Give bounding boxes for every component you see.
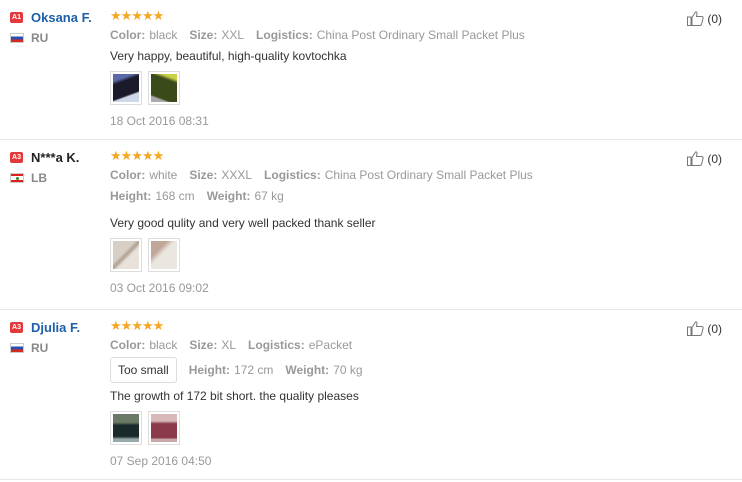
logistics-value: China Post Ordinary Small Packet Plus <box>316 28 525 42</box>
body-info: Too small Height: 172 cm Weight: 70 kg <box>110 356 670 384</box>
feedback-content: ★ ★ ★ ★ ★ Color: black Size: XL Logistic… <box>110 319 670 469</box>
height-value: 168 cm <box>155 189 195 203</box>
review-date: 18 Oct 2016 08:31 <box>110 114 209 128</box>
helpful-button[interactable]: (0) <box>687 321 722 336</box>
review-date: 03 Oct 2016 09:02 <box>110 281 209 295</box>
logistics-value: China Post Ordinary Small Packet Plus <box>324 168 533 182</box>
buyer-level-badge: A3 <box>10 321 23 333</box>
star-icon: ★ <box>152 148 165 164</box>
thumbs-up-icon <box>687 11 704 26</box>
helpful-count: (0) <box>707 151 722 166</box>
order-info: Color: black Size: XXL Logistics: China … <box>110 26 670 44</box>
buyer-country: RU <box>31 340 49 355</box>
height-label: Height: <box>110 189 152 203</box>
feedback-item: A1 Oksana F. RU ★ ★ ★ ★ ★ Color: black S… <box>0 0 742 140</box>
buyer-info: A1 Oksana F. RU <box>10 9 105 45</box>
size-value: XL <box>221 338 237 352</box>
color-value: black <box>149 338 178 352</box>
height-value: 172 cm <box>234 363 274 377</box>
color-value: white <box>149 168 178 182</box>
review-photo-thumbnail[interactable] <box>110 411 142 445</box>
review-photos <box>110 71 670 105</box>
feedback-item: A3 N***a K. LB ★ ★ ★ ★ ★ Color: white Si… <box>0 140 742 310</box>
flag-ru-icon <box>10 32 24 43</box>
buyer-country: LB <box>31 170 47 185</box>
feedback-content: ★ ★ ★ ★ ★ Color: white Size: XXXL Logist… <box>110 149 670 296</box>
logistics-label: Logistics: <box>248 338 305 352</box>
review-photo-thumbnail[interactable] <box>148 71 180 105</box>
order-info: Color: black Size: XL Logistics: ePacket <box>110 336 670 354</box>
fit-tag: Too small <box>110 357 177 383</box>
buyer-info: A3 N***a K. LB <box>10 149 105 185</box>
height-label: Height: <box>188 363 231 377</box>
weight-label: Weight: <box>206 189 251 203</box>
review-photo-thumbnail[interactable] <box>110 71 142 105</box>
logistics-label: Logistics: <box>264 168 321 182</box>
color-label: Color: <box>110 168 146 182</box>
review-photo-thumbnail[interactable] <box>110 238 142 272</box>
weight-value: 67 kg <box>254 189 284 203</box>
buyer-country: RU <box>31 30 49 45</box>
review-photo-thumbnail[interactable] <box>148 238 180 272</box>
feedback-item: A3 Djulia F. RU ★ ★ ★ ★ ★ Color: black S… <box>0 310 742 480</box>
order-info: Color: white Size: XXXL Logistics: China… <box>110 166 670 184</box>
helpful-button[interactable]: (0) <box>687 11 722 26</box>
review-text: Very good qulity and very well packed th… <box>110 216 376 230</box>
review-text: The growth of 172 bit short. the quality… <box>110 389 359 403</box>
weight-label: Weight: <box>285 363 330 377</box>
star-icon: ★ <box>152 318 165 334</box>
color-label: Color: <box>110 28 146 42</box>
star-rating: ★ ★ ★ ★ ★ <box>110 9 670 23</box>
size-value: XXL <box>221 28 245 42</box>
buyer-name[interactable]: Djulia F. <box>31 320 80 335</box>
color-value: black <box>149 28 178 42</box>
helpful-count: (0) <box>707 321 722 336</box>
review-date: 07 Sep 2016 04:50 <box>110 454 212 468</box>
flag-lb-icon <box>10 172 24 183</box>
flag-ru-icon <box>10 342 24 353</box>
star-icon: ★ <box>152 8 165 24</box>
feedback-content: ★ ★ ★ ★ ★ Color: black Size: XXL Logisti… <box>110 9 670 129</box>
logistics-label: Logistics: <box>256 28 313 42</box>
body-info: Height: 168 cm Weight: 67 kg <box>110 187 670 205</box>
size-label: Size: <box>189 28 218 42</box>
size-label: Size: <box>189 338 218 352</box>
thumbs-up-icon <box>687 151 704 166</box>
size-label: Size: <box>189 168 218 182</box>
buyer-name[interactable]: Oksana F. <box>31 10 92 25</box>
buyer-info: A3 Djulia F. RU <box>10 319 105 355</box>
helpful-button[interactable]: (0) <box>687 151 722 166</box>
color-label: Color: <box>110 338 146 352</box>
review-photos <box>110 238 670 272</box>
buyer-level-badge: A3 <box>10 151 23 163</box>
thumbs-up-icon <box>687 321 704 336</box>
helpful-count: (0) <box>707 11 722 26</box>
weight-value: 70 kg <box>333 363 363 377</box>
star-rating: ★ ★ ★ ★ ★ <box>110 319 670 333</box>
review-text: Very happy, beautiful, high-quality kovt… <box>110 49 347 63</box>
size-value: XXXL <box>221 168 253 182</box>
buyer-name: N***a K. <box>31 149 80 165</box>
review-photo-thumbnail[interactable] <box>148 411 180 445</box>
review-photos <box>110 411 670 445</box>
star-rating: ★ ★ ★ ★ ★ <box>110 149 670 163</box>
logistics-value: ePacket <box>308 338 353 352</box>
buyer-level-badge: A1 <box>10 11 23 23</box>
